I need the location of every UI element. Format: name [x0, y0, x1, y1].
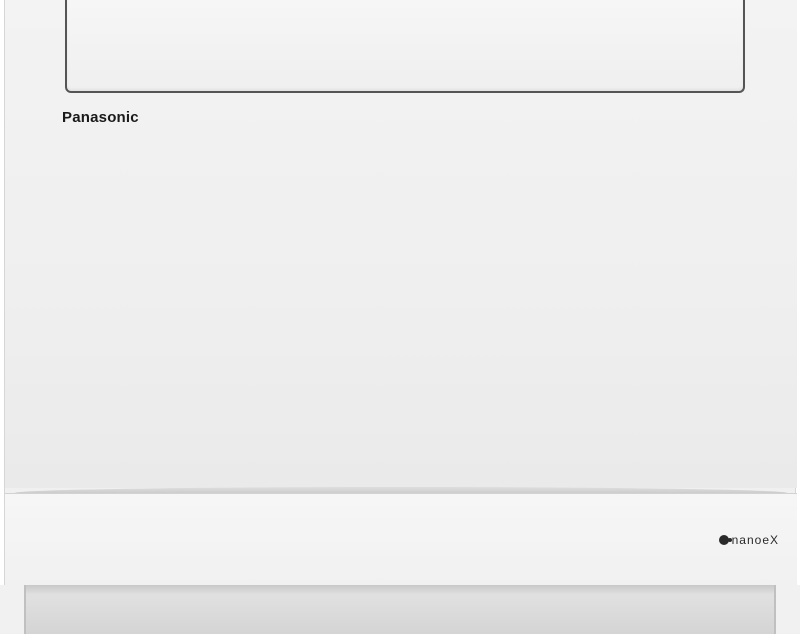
nanoe-badge: nanoeX	[718, 533, 779, 547]
outlet-shadow	[26, 585, 774, 595]
bottom-air-outlet	[24, 585, 776, 634]
nanoe-label: nanoeX	[731, 533, 779, 547]
base-left-foot	[0, 585, 24, 634]
air-conditioner-unit: Panasonic nanoeX	[0, 0, 800, 634]
brand-logo: Panasonic	[62, 109, 139, 126]
bottom-panel	[5, 493, 797, 586]
unit-body: Panasonic nanoeX	[4, 0, 797, 634]
nanoe-dot-icon	[718, 535, 732, 545]
top-air-flap	[65, 0, 745, 93]
base-right-foot	[776, 585, 800, 634]
